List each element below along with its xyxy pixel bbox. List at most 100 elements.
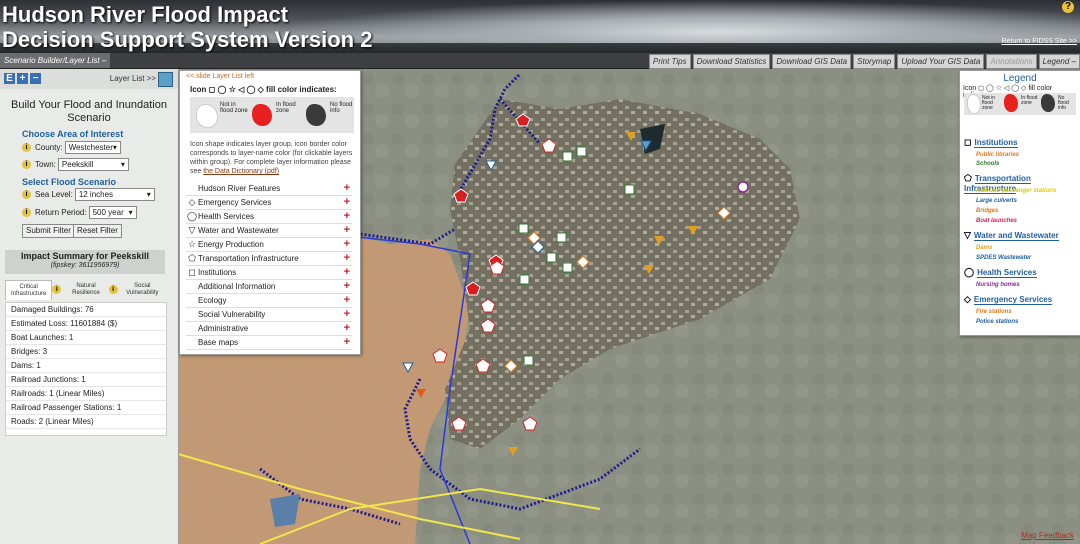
legend-item: Dams — [976, 245, 993, 251]
layer-group-emergency[interactable]: ◇ Emergency Services + — [186, 196, 352, 210]
question-icon[interactable]: ? — [1062, 1, 1074, 13]
legend-item: Railroad passenger stations — [976, 188, 1057, 194]
school-marker[interactable] — [562, 262, 573, 273]
layer-group-basemaps[interactable]: Base maps + — [186, 336, 352, 350]
expand-icon[interactable]: + — [344, 210, 350, 223]
storymap-button[interactable]: Storymap — [853, 54, 896, 69]
layer-group-transportation[interactable]: ⬠ Transportation Infrastructure + — [186, 252, 352, 266]
layer-group-energy[interactable]: ☆ Energy Production + — [186, 238, 352, 252]
layer-group-water[interactable]: ▽ Water and Wastewater + — [186, 224, 352, 238]
chevron-down-icon: ▾ — [146, 190, 151, 199]
layer-label: Social Vulnerability — [198, 310, 266, 319]
annotations-button[interactable]: Annotations — [986, 54, 1037, 69]
pentagon-icon: ⬠ — [964, 173, 972, 183]
layer-group-ecology[interactable]: Ecology + — [186, 294, 352, 308]
info-icon[interactable]: i — [22, 190, 31, 199]
diamond-icon: ◇ — [964, 294, 971, 304]
school-marker[interactable] — [624, 184, 635, 195]
app-title: Hudson River Flood Impact Decision Suppo… — [2, 2, 372, 52]
layer-label: Institutions — [198, 268, 237, 277]
layer-group-health[interactable]: ◯Health Services + — [186, 210, 352, 224]
expand-icon[interactable]: + — [344, 238, 350, 251]
expand-icon[interactable]: + — [344, 182, 350, 195]
info-icon[interactable]: i — [52, 285, 62, 294]
icon-legend-header: Icon ◻ ◯ ☆ ◁ ◯ ◇ fill color indicates: — [190, 85, 337, 94]
expand-icon[interactable]: + — [344, 266, 350, 279]
town-select[interactable]: Peekskill ▾ — [57, 158, 129, 171]
county-select[interactable]: Westchester ▾ — [64, 141, 121, 154]
upload-gis-button[interactable]: Upload Your GIS Data — [897, 54, 985, 69]
tab-critical-infrastructure[interactable]: Critical Infrastructure — [5, 280, 53, 300]
zoom-out-button[interactable]: − — [30, 73, 41, 84]
legend-toggle-button[interactable]: Legend – — [1038, 54, 1080, 69]
school-marker[interactable] — [546, 252, 557, 263]
expand-icon[interactable]: + — [344, 294, 350, 307]
map-feedback-link[interactable]: Map Feedback — [1021, 531, 1074, 540]
sidebar-topbar: E + − Layer List >> — [0, 69, 178, 89]
school-marker[interactable] — [556, 232, 567, 243]
legend-category-emergency[interactable]: ◇ Emergency Services — [964, 294, 1053, 305]
layer-list-panel: << slide Layer List left Icon ◻ ◯ ☆ ◁ ◯ … — [179, 70, 361, 355]
slide-layer-list-link[interactable]: << slide Layer List left — [186, 73, 254, 80]
info-icon[interactable]: i — [22, 160, 31, 169]
scenario-sidebar: E + − Layer List >> Build Your Flood and… — [0, 69, 179, 544]
legend-fill-key: Not in flood zone In flood zone No flood… — [964, 93, 1076, 115]
return-link[interactable]: Return to FIDSS Site >> — [1002, 38, 1077, 45]
legend-title: Legend — [1003, 73, 1037, 84]
return-period-select[interactable]: 500 year ▾ — [88, 206, 137, 219]
school-marker[interactable] — [519, 274, 530, 285]
legend-category-health[interactable]: ◯ Health Services — [964, 267, 1037, 278]
layer-group-additional[interactable]: Additional Information + — [186, 280, 352, 294]
legend-panel: Legend Icon ◻ ◯ ☆ ◁ ◯ ◇ fill color indic… — [959, 70, 1080, 336]
expand-icon[interactable]: + — [344, 252, 350, 265]
layer-group-hudson-river[interactable]: Hudson River Features + — [186, 182, 352, 196]
extent-button[interactable]: E — [4, 73, 15, 84]
layer-list-link[interactable]: Layer List >> — [110, 74, 156, 83]
info-icon[interactable]: i — [22, 143, 31, 152]
square-icon: ◻ — [964, 137, 972, 147]
layer-label: Energy Production — [198, 240, 264, 249]
expand-icon[interactable]: + — [344, 196, 350, 209]
info-icon[interactable]: i — [108, 285, 118, 294]
print-tips-button[interactable]: Print Tips — [648, 54, 691, 69]
impact-summary-header: Impact Summary for Peekskill (fipskey: 3… — [5, 250, 165, 274]
expand-icon[interactable]: + — [344, 224, 350, 237]
legend-category-institutions[interactable]: ◻ Institutions — [964, 137, 1018, 148]
chevron-down-icon: ▾ — [112, 143, 117, 152]
expand-icon[interactable]: + — [344, 336, 350, 349]
zoom-in-button[interactable]: + — [17, 73, 28, 84]
layers-icon[interactable] — [158, 72, 173, 87]
expand-icon[interactable]: + — [344, 308, 350, 321]
impact-row: Roads: 2 (Linear Miles) — [6, 415, 166, 429]
download-statistics-button[interactable]: Download Statistics — [692, 54, 771, 69]
sea-level-select[interactable]: 12 inches ▾ — [74, 188, 155, 201]
layer-label: Administrative — [198, 324, 249, 333]
impact-summary-list: Damaged Buildings: 76 Estimated Loss: 11… — [5, 302, 167, 436]
school-marker[interactable] — [518, 223, 529, 234]
expand-icon[interactable]: + — [344, 280, 350, 293]
no-info-label: No flood info — [1058, 95, 1069, 111]
app-header: Hudson River Flood Impact Decision Suppo… — [0, 0, 1080, 53]
school-marker[interactable] — [576, 146, 587, 157]
reset-filter-button[interactable]: Reset Filter — [73, 224, 122, 238]
legend-category-water[interactable]: ▽ Water and Wastewater — [964, 230, 1059, 241]
layer-group-institutions[interactable]: ◻ Institutions + — [186, 266, 352, 280]
tab-social-vulnerability[interactable]: Social Vulnerability — [120, 280, 165, 300]
info-icon[interactable]: i — [22, 208, 31, 217]
layer-group-social[interactable]: Social Vulnerability + — [186, 308, 352, 322]
impact-row: Estimated Loss: 11601884 ($) — [6, 317, 166, 331]
nursing-home-marker[interactable] — [737, 181, 749, 193]
submit-filter-button[interactable]: Submit Filter — [22, 224, 75, 238]
layer-group-administrative[interactable]: Administrative + — [186, 322, 352, 336]
download-gis-button[interactable]: Download GIS Data — [772, 54, 852, 69]
school-marker[interactable] — [562, 151, 573, 162]
data-dictionary-link[interactable]: the Data Dictionary (pdf) — [203, 168, 279, 175]
school-marker[interactable] — [523, 355, 534, 366]
return-period-value: 500 year — [92, 208, 124, 217]
layer-description: Icon shape indicates layer group, icon b… — [190, 140, 358, 176]
tab-natural-resilience[interactable]: Natural Resilience — [63, 280, 108, 300]
sea-level-row: i Sea Level: 12 inches ▾ — [22, 188, 155, 201]
expand-icon[interactable]: + — [344, 322, 350, 335]
scenario-builder-toggle[interactable]: Scenario Builder/Layer List – — [0, 53, 111, 68]
county-value: Westchester — [68, 143, 113, 152]
